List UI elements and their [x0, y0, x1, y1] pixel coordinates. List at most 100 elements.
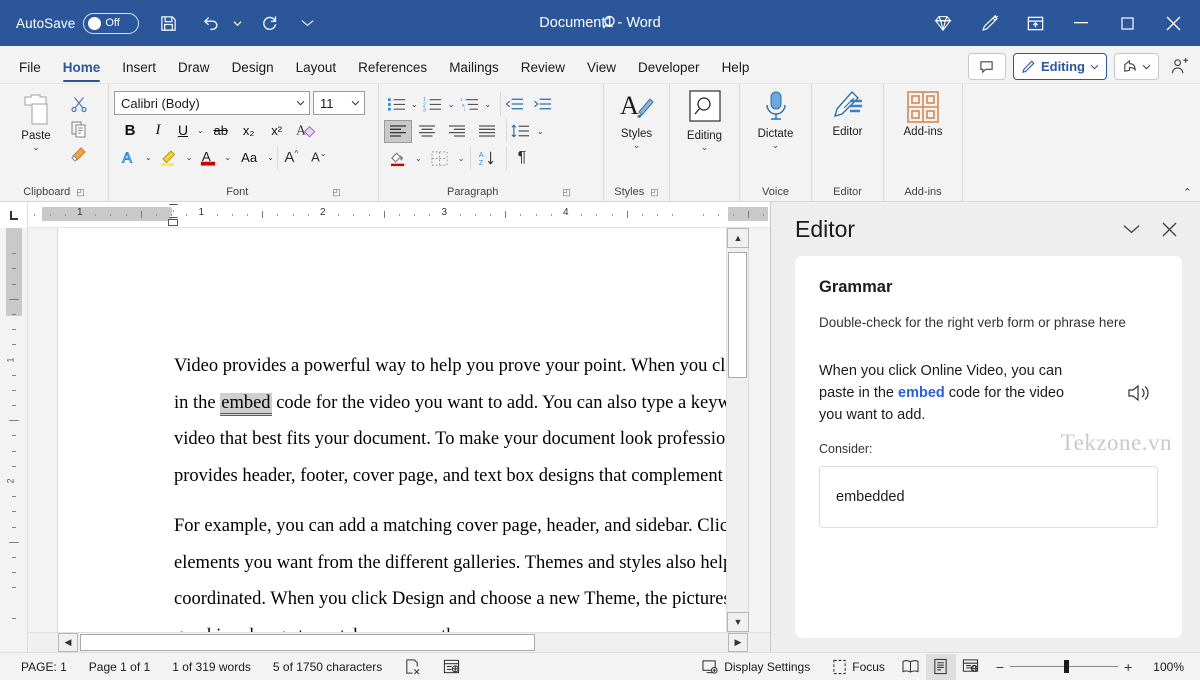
- addins-button[interactable]: Add-ins: [892, 88, 954, 138]
- read-mode-icon[interactable]: [896, 654, 926, 680]
- numbering-button[interactable]: 123: [421, 92, 445, 116]
- format-painter-button[interactable]: [67, 142, 91, 166]
- status-word-count[interactable]: 1 of 319 words: [161, 654, 262, 680]
- search-icon[interactable]: [596, 11, 626, 35]
- font-name-combo[interactable]: Calibri (Body): [114, 91, 310, 115]
- show-formatting-marks-button[interactable]: ¶: [506, 146, 536, 170]
- tab-stop-selector[interactable]: [0, 202, 28, 228]
- scroll-up-arrow-icon[interactable]: ▲: [727, 228, 749, 248]
- accessibility-icon[interactable]: [432, 654, 471, 680]
- scroll-right-arrow-icon[interactable]: ▶: [728, 633, 748, 652]
- styles-button[interactable]: A Styles ⌄: [611, 88, 663, 149]
- status-page-of[interactable]: Page 1 of 1: [78, 654, 161, 680]
- close-button[interactable]: [1150, 0, 1196, 46]
- tab-developer[interactable]: Developer: [627, 51, 711, 83]
- vertical-scrollbar[interactable]: ▲ ▼: [726, 228, 748, 632]
- numbering-chevron-down-icon[interactable]: ⌄: [445, 100, 458, 109]
- increase-indent-button[interactable]: [528, 92, 556, 116]
- focus-button[interactable]: Focus: [821, 654, 896, 680]
- tab-home[interactable]: Home: [52, 51, 112, 83]
- underline-chevron-down-icon[interactable]: ⌄: [194, 126, 207, 135]
- vertical-scroll-thumb[interactable]: [728, 252, 747, 378]
- collapse-ribbon-chevron-up-icon[interactable]: ⌃: [1183, 186, 1192, 199]
- bullets-button[interactable]: [384, 92, 408, 116]
- maximize-button[interactable]: [1104, 0, 1150, 46]
- undo-icon[interactable]: [193, 6, 227, 40]
- zoom-level-button[interactable]: 100%: [1142, 654, 1190, 680]
- ribbon-display-options-icon[interactable]: [1012, 0, 1058, 46]
- proofing-errors-icon[interactable]: [393, 654, 432, 680]
- display-settings-button[interactable]: Display Settings: [691, 654, 821, 680]
- zoom-knob[interactable]: [1064, 660, 1069, 673]
- tab-draw[interactable]: Draw: [167, 51, 221, 83]
- editor-button[interactable]: Editor: [822, 88, 874, 138]
- align-right-button[interactable]: [442, 119, 472, 143]
- paragraph-dialog-launcher-icon[interactable]: ◰: [562, 183, 571, 201]
- font-size-combo[interactable]: 11: [313, 91, 365, 115]
- subscript-button[interactable]: x₂: [235, 118, 263, 142]
- clear-formatting-icon[interactable]: A: [291, 118, 321, 142]
- align-left-button[interactable]: [384, 120, 412, 143]
- dictate-chevron-down-icon[interactable]: ⌄: [772, 141, 780, 149]
- close-icon[interactable]: [1156, 216, 1182, 242]
- cut-button[interactable]: [67, 92, 91, 116]
- paste-chevron-down-icon[interactable]: ⌄: [32, 143, 40, 151]
- styles-dialog-launcher-icon[interactable]: ◰: [650, 183, 659, 201]
- undo-dropdown-chevron-down-icon[interactable]: [227, 6, 247, 40]
- tab-review[interactable]: Review: [510, 51, 576, 83]
- line-spacing-button[interactable]: [506, 119, 534, 143]
- shrink-font-button[interactable]: A⌄: [305, 145, 333, 169]
- change-case-button[interactable]: Aa: [234, 145, 264, 169]
- text-effects-icon[interactable]: A: [116, 145, 142, 169]
- highlight-chevron-down-icon[interactable]: ⌄: [183, 153, 196, 162]
- font-color-chevron-down-icon[interactable]: ⌄: [221, 153, 234, 162]
- qat-more-chevron-down-icon[interactable]: [297, 6, 317, 40]
- left-indent-marker[interactable]: [168, 219, 178, 226]
- status-character-count[interactable]: 5 of 1750 characters: [262, 654, 393, 680]
- grammar-flagged-word[interactable]: embed: [220, 393, 271, 416]
- status-page-indicator[interactable]: PAGE: 1: [10, 654, 78, 680]
- vertical-scroll-track[interactable]: [727, 248, 748, 612]
- paste-button[interactable]: Paste ⌄: [5, 90, 67, 151]
- tab-design[interactable]: Design: [221, 51, 285, 83]
- text-highlight-icon[interactable]: [155, 145, 183, 169]
- minimize-button[interactable]: [1058, 0, 1104, 46]
- web-layout-icon[interactable]: [956, 654, 986, 680]
- line-spacing-chevron-down-icon[interactable]: ⌄: [534, 127, 547, 136]
- sort-button[interactable]: A Z: [470, 146, 502, 170]
- editing-mode-button[interactable]: Editing: [1013, 53, 1107, 80]
- redo-icon[interactable]: [253, 6, 287, 40]
- bullets-chevron-down-icon[interactable]: ⌄: [408, 100, 421, 109]
- dictate-button[interactable]: Dictate ⌄: [750, 88, 802, 149]
- tab-layout[interactable]: Layout: [285, 51, 348, 83]
- tab-view[interactable]: View: [576, 51, 627, 83]
- strikethrough-button[interactable]: ab: [207, 118, 235, 142]
- editing-group-chevron-down-icon[interactable]: ⌄: [701, 143, 709, 151]
- italic-button[interactable]: I: [144, 118, 172, 142]
- align-center-button[interactable]: [412, 119, 442, 143]
- change-case-chevron-down-icon[interactable]: ⌄: [264, 153, 277, 162]
- decrease-indent-button[interactable]: [500, 92, 528, 116]
- document-page[interactable]: Video provides a powerful way to help yo…: [58, 228, 748, 632]
- horizontal-scrollbar[interactable]: ◀ ▶: [28, 632, 770, 652]
- zoom-track[interactable]: [1010, 666, 1118, 667]
- text-effects-chevron-down-icon[interactable]: ⌄: [142, 153, 155, 162]
- tab-mailings[interactable]: Mailings: [438, 51, 510, 83]
- tab-references[interactable]: References: [347, 51, 438, 83]
- horizontal-scroll-track[interactable]: [78, 633, 728, 652]
- save-icon[interactable]: [151, 6, 185, 40]
- multilevel-list-button[interactable]: 1ai: [457, 92, 481, 116]
- document-body-text[interactable]: Video provides a powerful way to help yo…: [58, 228, 758, 632]
- underline-button[interactable]: U: [172, 118, 194, 142]
- clipboard-dialog-launcher-icon[interactable]: ◰: [76, 183, 85, 201]
- horizontal-ruler[interactable]: 11234: [28, 202, 770, 228]
- print-layout-icon[interactable]: [926, 654, 956, 680]
- scroll-down-arrow-icon[interactable]: ▼: [727, 612, 749, 632]
- zoom-out-button[interactable]: −: [996, 659, 1004, 675]
- font-color-icon[interactable]: A: [195, 145, 221, 169]
- copy-button[interactable]: [67, 117, 91, 141]
- speaker-icon[interactable]: [1127, 382, 1153, 404]
- font-dialog-launcher-icon[interactable]: ◰: [332, 183, 341, 201]
- shading-icon[interactable]: [384, 146, 412, 170]
- justify-button[interactable]: [472, 119, 502, 143]
